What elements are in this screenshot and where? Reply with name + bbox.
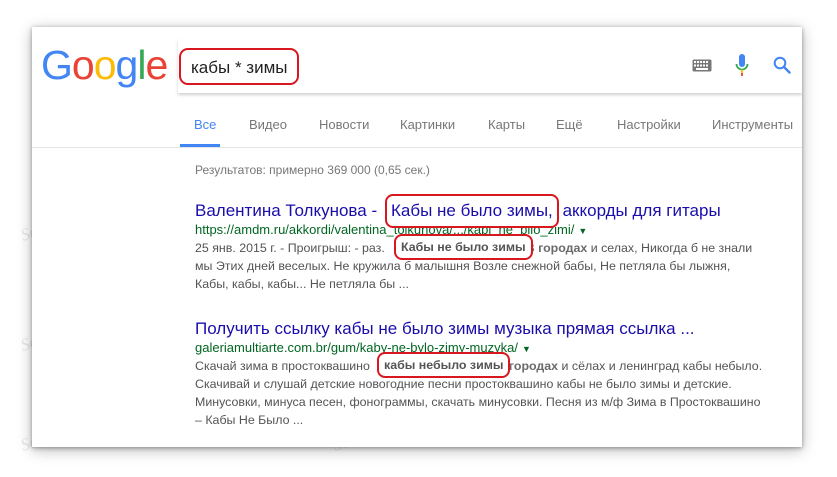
search-results-window: Google кабы * зимы Все Видео Новости Кар… (32, 27, 802, 447)
highlight-box: Кабы не было зимы, (385, 194, 559, 228)
tab-tools[interactable]: Инструменты (712, 117, 793, 132)
highlighted-snippet-text: кабы небыло зимы (384, 358, 504, 372)
logo-letter: o (71, 42, 95, 88)
result-title-text: Валентина Толкунова - (195, 201, 378, 220)
highlighted-title-text: Кабы не было зимы, (391, 201, 553, 220)
snippet-text: 25 янв. 2015 г. - Проигрыш: - раз. (195, 241, 385, 255)
result-snippet: Скачай зима в простоквашино в городах и … (195, 352, 795, 429)
tab-maps[interactable]: Карты (488, 117, 525, 132)
tab-all[interactable]: Все (194, 117, 216, 132)
search-result: Валентина Толкунова - аккорды для гитары… (195, 194, 795, 293)
snippet-line: Скачай зима в простоквашино в городах и … (195, 352, 795, 378)
highlighted-snippet-text: Кабы не было зимы (401, 240, 526, 254)
snippet-text: и сёлах и ленинград кабы небыло. (561, 359, 763, 373)
snippet-line: 25 янв. 2015 г. - Проигрыш: - раз. В гор… (195, 234, 795, 260)
logo-letter: o (93, 42, 117, 88)
search-input[interactable]: кабы * зимы (179, 48, 300, 85)
tab-settings[interactable]: Настройки (617, 117, 681, 132)
result-title-link[interactable]: Получить ссылку кабы не было зимы музыка… (195, 318, 795, 340)
tab-news[interactable]: Новости (319, 117, 369, 132)
tab-more[interactable]: Ещё (556, 117, 583, 132)
tab-images[interactable]: Картинки (400, 117, 455, 132)
logo-letter: e (145, 42, 168, 88)
microphone-icon[interactable] (735, 54, 749, 81)
snippet-line: Кабы, кабы, кабы... Не петляла бы ... (195, 277, 409, 291)
search-bar: кабы * зимы (178, 39, 802, 93)
logo-letter: l (137, 42, 146, 88)
active-tab-indicator (180, 144, 220, 147)
results-count: Результатов: примерно 369 000 (0,65 сек.… (195, 163, 430, 177)
result-title-text: аккорды для гитары (562, 201, 721, 220)
tab-video[interactable]: Видео (249, 117, 287, 132)
keyboard-icon[interactable] (692, 59, 712, 77)
snippet-line: – Кабы Не Было ... (195, 413, 304, 427)
chevron-down-icon[interactable]: ▼ (522, 344, 531, 354)
chevron-down-icon[interactable]: ▼ (578, 226, 587, 236)
snippet-line: Минусовки, минуса песен, фонограммы, ска… (195, 395, 761, 409)
google-logo[interactable]: Google (41, 42, 168, 88)
search-tabs: Все Видео Новости Картинки Карты Ещё Нас… (32, 107, 802, 148)
result-snippet: 25 янв. 2015 г. - Проигрыш: - раз. В гор… (195, 234, 795, 293)
snippet-text: Скачай зима в простоквашино (195, 359, 370, 373)
highlight-box: кабы небыло зимы (377, 352, 511, 378)
logo-letter: g (115, 42, 139, 88)
search-result: Получить ссылку кабы не было зимы музыка… (195, 318, 795, 429)
snippet-text: и селах, Никогда б не знали (590, 241, 753, 255)
highlight-box: Кабы не было зимы (394, 234, 533, 260)
search-icon[interactable] (773, 56, 791, 79)
result-title-link[interactable]: Валентина Толкунова - аккорды для гитары… (195, 194, 795, 228)
logo-letter: G (41, 42, 73, 88)
snippet-bold: В городах (525, 241, 588, 255)
